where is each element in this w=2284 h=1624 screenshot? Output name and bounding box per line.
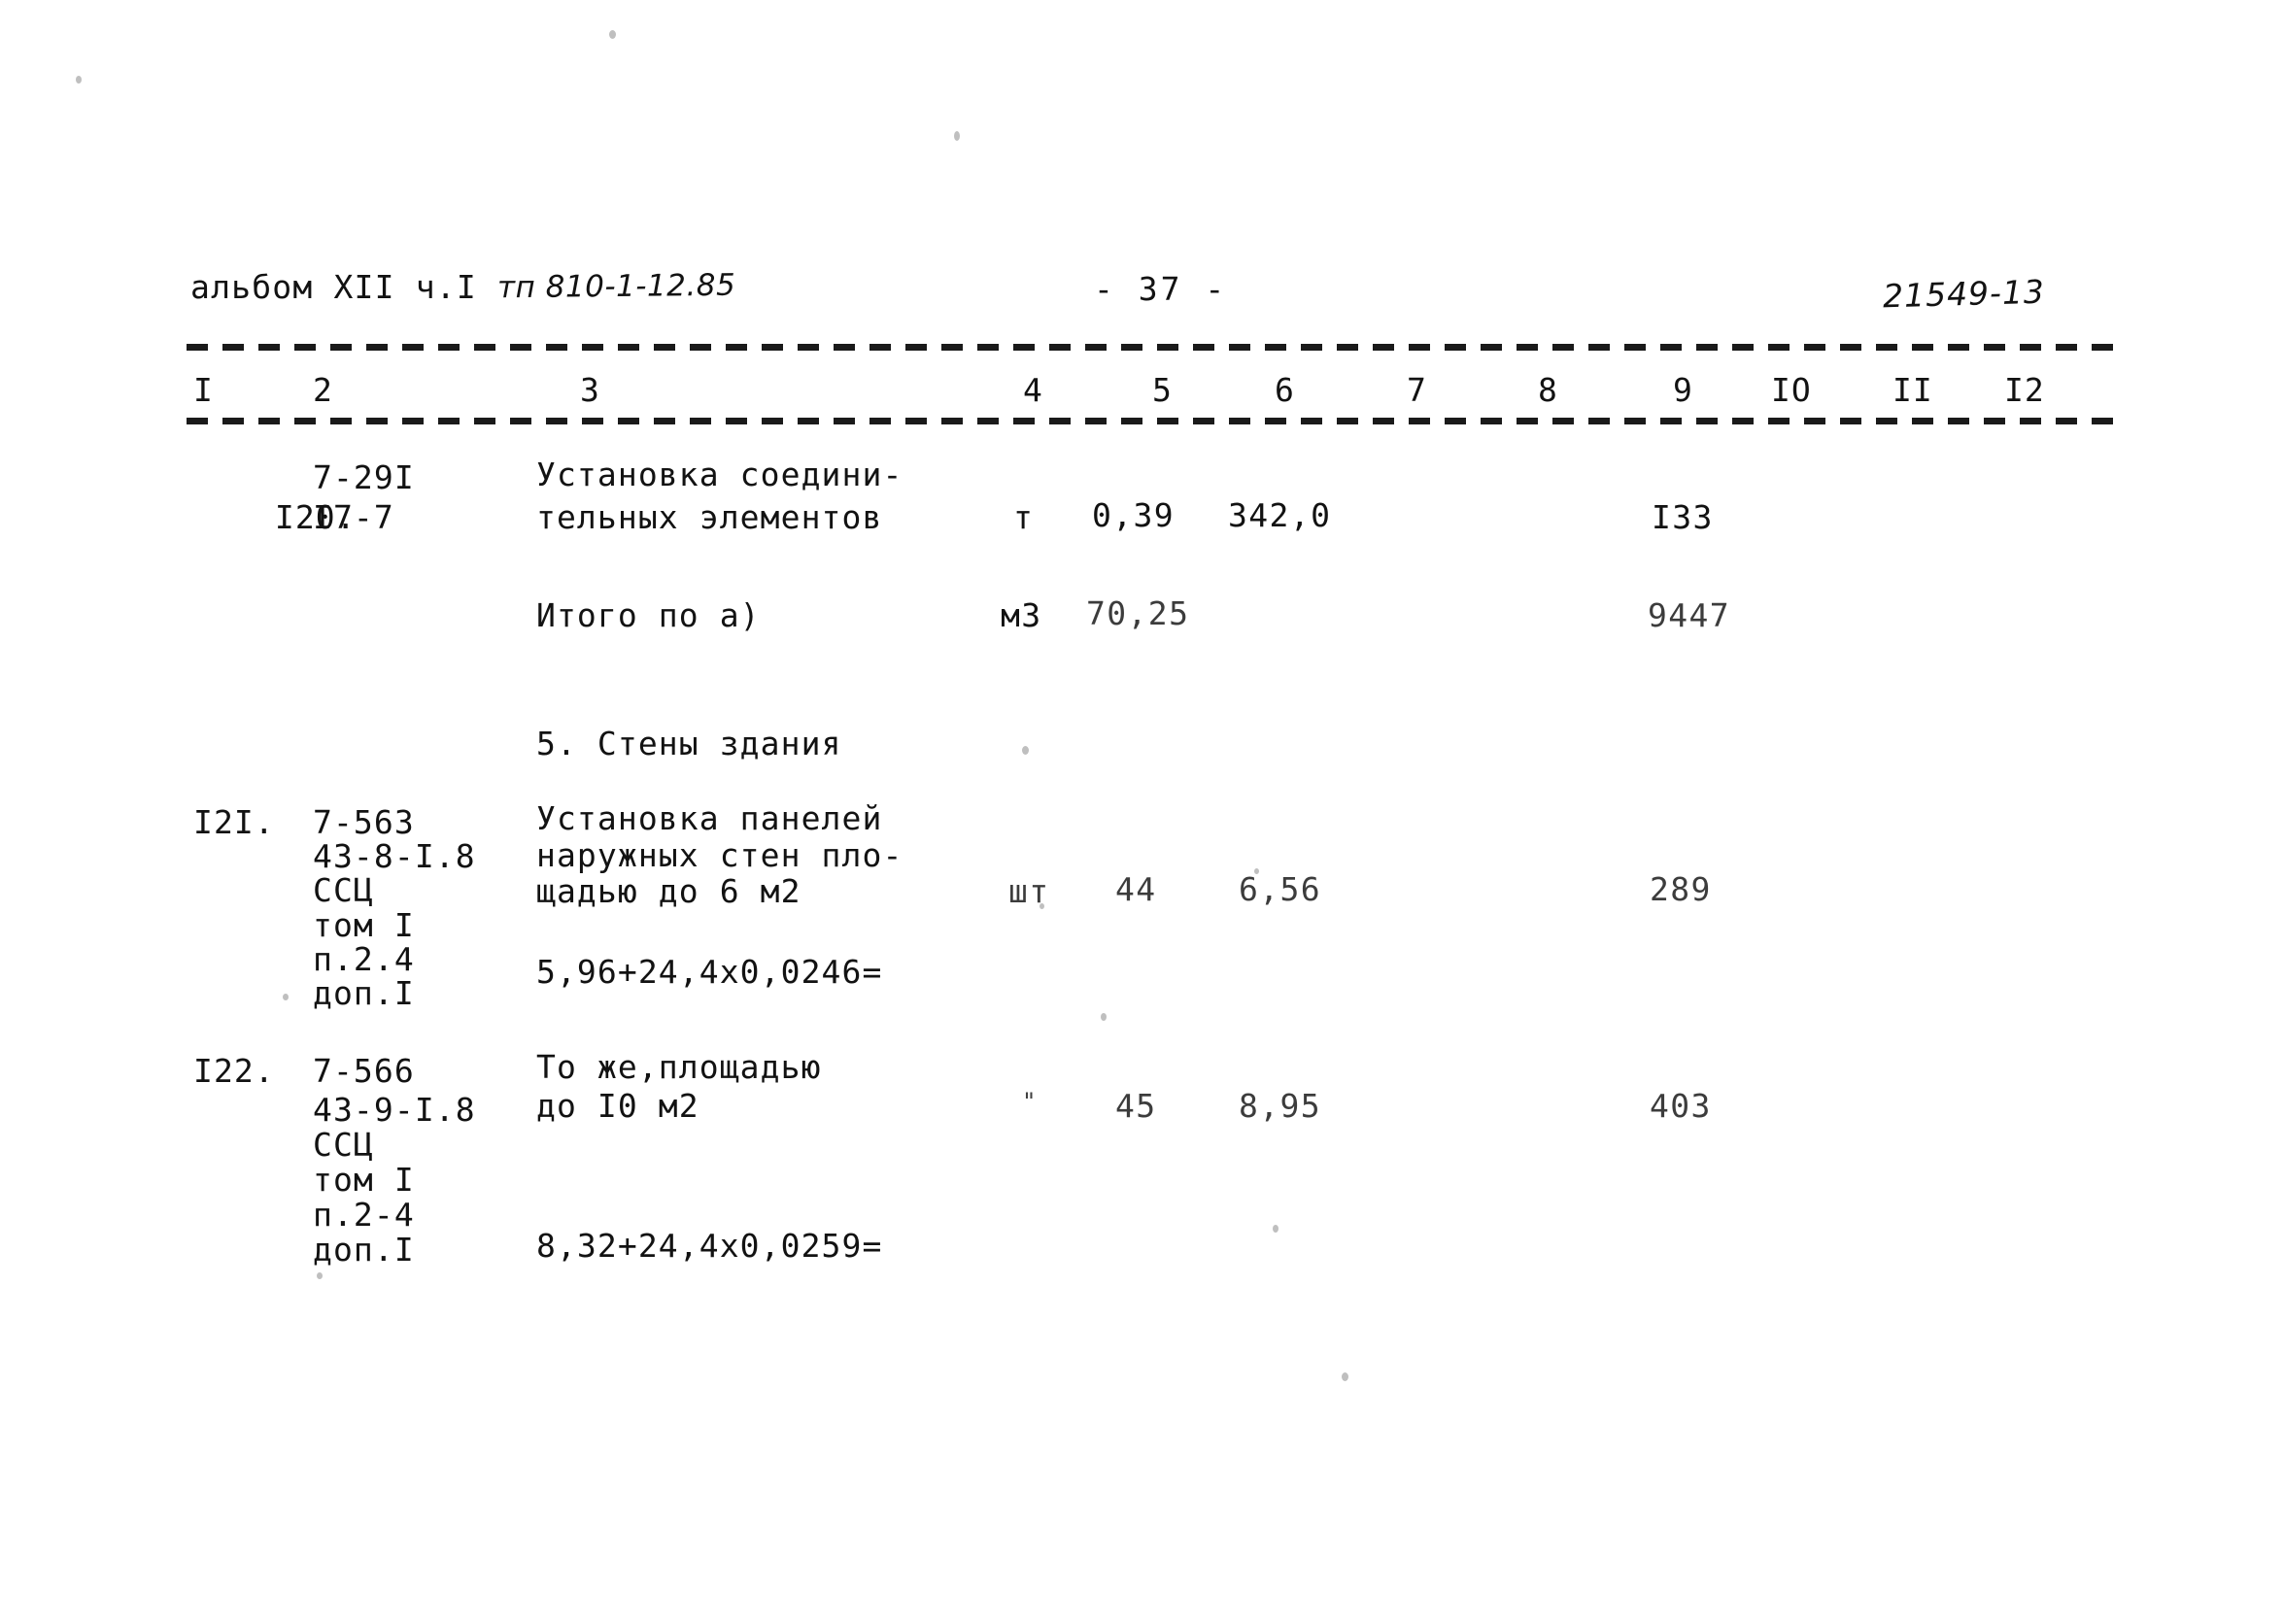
- row-122-description-line-1: То же,площадью: [536, 1048, 822, 1086]
- document-number-handwritten: 21549-13: [1882, 272, 2046, 316]
- column-header-12: I2: [2004, 371, 2045, 409]
- column-header-11: II: [1892, 371, 1933, 409]
- column-header-1: I: [193, 371, 214, 409]
- row-120-description-line-2: тельных элементов: [536, 498, 883, 536]
- row-122-code-6: доп.I: [313, 1231, 415, 1269]
- row-121-description-line-3: щадью до 6 м2: [536, 872, 801, 910]
- row-121-description-line-2: наружных стен пло-: [536, 836, 903, 874]
- row-122-code-2: 43-9-I.8: [313, 1091, 476, 1129]
- section-heading-5: 5. Стены здания: [536, 725, 842, 762]
- header-spacer: [477, 268, 497, 306]
- row-122-code-1: 7-566: [313, 1052, 415, 1090]
- row-121-col5: 44: [1115, 870, 1157, 908]
- column-header-2: 2: [313, 371, 333, 409]
- page-header-album: альбом ХII ч.I тп 810-1-12.85: [190, 268, 735, 306]
- column-header-7: 7: [1407, 371, 1427, 409]
- row-122-code-3: ССЦ: [313, 1126, 374, 1164]
- project-code-handwritten: тп 810-1-12.85: [496, 267, 736, 306]
- row-122-unit-ditto: ": [1022, 1088, 1037, 1115]
- row-120-col6: 342,0: [1228, 496, 1332, 534]
- column-header-5: 5: [1152, 371, 1173, 409]
- column-header-10: IO: [1771, 371, 1812, 409]
- subtotal-col9: 9447: [1648, 596, 1731, 634]
- row-number-122: I22.: [193, 1052, 275, 1090]
- column-header-3: 3: [580, 371, 600, 409]
- row-121-col6: 6,56: [1239, 870, 1322, 908]
- row-121-description-line-1: Установка панелей: [536, 799, 883, 837]
- subtotal-col5: 70,25: [1086, 594, 1190, 632]
- column-header-9: 9: [1673, 371, 1693, 409]
- row-121-formula: 5,96+24,4х0,0246=: [536, 953, 883, 991]
- row-122-code-5: п.2-4: [313, 1196, 415, 1234]
- row-122-formula: 8,32+24,4х0,0259=: [536, 1227, 883, 1265]
- row-120-code-2: I7-7: [313, 498, 394, 536]
- page-number: - 37 -: [1094, 270, 1228, 308]
- column-header-4: 4: [1023, 371, 1043, 409]
- row-120-col9: I33: [1652, 498, 1714, 536]
- row-121-code-3: ССЦ: [313, 871, 374, 909]
- scanned-page: альбом ХII ч.I тп 810-1-12.85 - 37 - 215…: [0, 0, 2284, 1624]
- row-122-description-line-2: до I0 м2: [536, 1087, 699, 1125]
- column-header-8: 8: [1538, 371, 1558, 409]
- row-121-unit: шт: [1008, 872, 1050, 910]
- row-122-col6: 8,95: [1239, 1087, 1322, 1125]
- row-122-code-4: том I: [313, 1161, 415, 1199]
- row-122-col9: 403: [1650, 1087, 1712, 1125]
- subtotal-label: Итого по а): [536, 596, 761, 634]
- table-rule-bottom: [187, 418, 2114, 424]
- row-120-unit: т: [1013, 498, 1035, 536]
- row-122-col5: 45: [1115, 1087, 1157, 1125]
- column-header-6: 6: [1275, 371, 1295, 409]
- row-120-description-line-1: Установка соедини-: [536, 456, 903, 493]
- row-121-col9: 289: [1650, 870, 1712, 908]
- row-number-121: I2I.: [193, 803, 275, 841]
- subtotal-unit: м3: [1001, 596, 1042, 634]
- row-121-code-6: доп.I: [313, 974, 415, 1012]
- table-rule-top: [187, 344, 2114, 351]
- row-120-col5: 0,39: [1092, 496, 1176, 534]
- album-designation: альбом ХII ч.I: [190, 268, 477, 306]
- row-120-code-1: 7-29I: [313, 458, 415, 496]
